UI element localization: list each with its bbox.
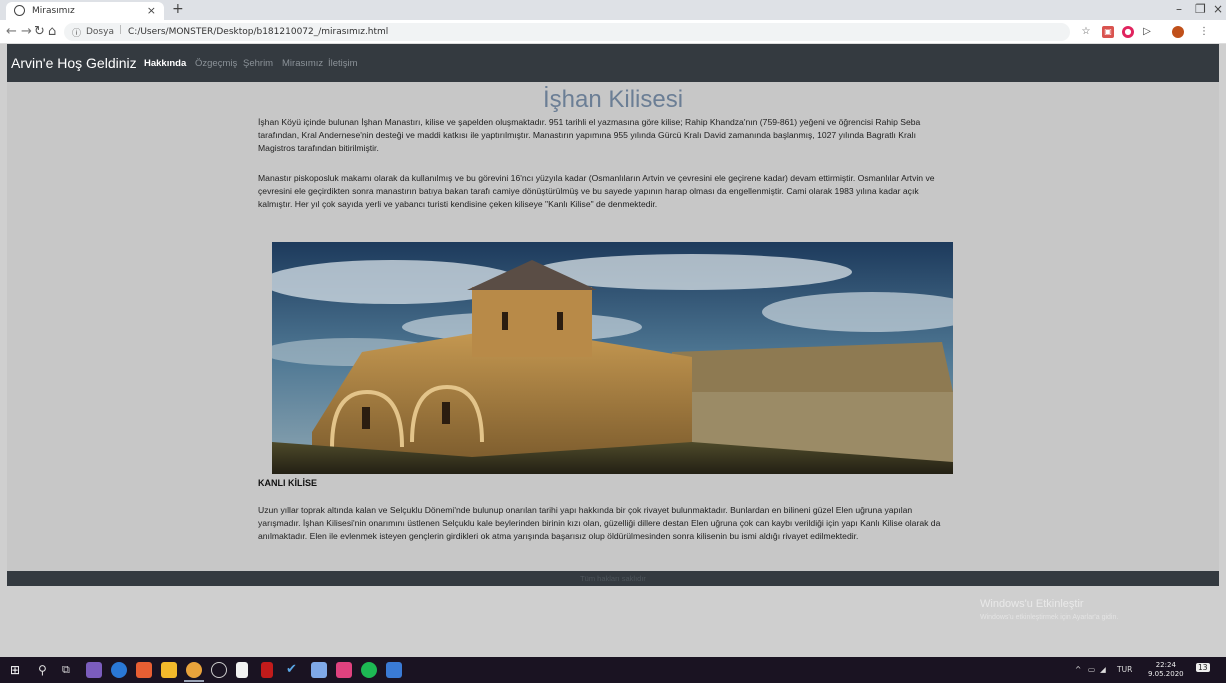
page-title: İşhan Kilisesi: [542, 86, 684, 113]
minimize-button[interactable]: –: [1176, 2, 1182, 16]
photos-icon[interactable]: [386, 662, 402, 678]
site-navbar: Arvin'e Hoş Geldiniz Hakkında Özgeçmiş Ş…: [7, 44, 1219, 82]
active-app-indicator: [184, 680, 204, 682]
church-photo-svg: [272, 242, 953, 474]
address-scheme-label: Dosya: [86, 27, 114, 37]
office-icon[interactable]: [136, 662, 152, 678]
clock-time: 22:24: [1155, 661, 1176, 669]
chevron-up-icon[interactable]: ^: [1075, 665, 1081, 674]
block-extension-icon[interactable]: ●: [1122, 26, 1134, 38]
star-icon[interactable]: ☆: [1080, 26, 1092, 38]
tab-title: Mirasımız: [32, 6, 75, 16]
empty-page-area: [0, 586, 1226, 657]
paragraph-bishopric: Manastır piskoposluk makamı olarak da ku…: [258, 173, 935, 209]
wifi-icon[interactable]: ◢: [1100, 665, 1106, 674]
media-app-icon[interactable]: [336, 662, 352, 678]
system-clock[interactable]: 22:24 9.05.2020: [1148, 661, 1184, 679]
chrome-icon[interactable]: [186, 662, 202, 678]
main-content: İşhan Kilisesi İşhan Köyü içinde bulunan…: [7, 82, 1219, 571]
browser-toolbar: ← → ↻ ⌂ ⓘ Dosya | C:/Users/MONSTER/Deskt…: [0, 20, 1226, 44]
church-photo: [272, 242, 953, 474]
paragraph-history: İşhan Köyü içinde bulunan İşhan Manastır…: [258, 117, 921, 153]
notification-icon[interactable]: 13: [1196, 663, 1210, 672]
tab-close-icon[interactable]: ×: [147, 4, 156, 17]
nav-link-mirasimiz[interactable]: Mirasımız: [282, 58, 323, 69]
pdf-extension-icon[interactable]: ▣: [1102, 26, 1114, 38]
windows-taskbar: ⊞ ⚲ ⧉ ✔ ^ ▭ ◢ TUR 22:24 9.05.2020 13: [0, 657, 1226, 683]
browser-tab-bar: Mirasımız × + – ❐ ×: [0, 0, 1226, 20]
menu-icon[interactable]: ⋮: [1198, 26, 1210, 38]
mail-icon[interactable]: [311, 662, 327, 678]
address-url[interactable]: C:/Users/MONSTER/Desktop/b181210072_/mir…: [128, 27, 388, 37]
browser-tab[interactable]: Mirasımız ×: [6, 2, 164, 20]
paragraph-legend: Uzun yıllar toprak altında kalan ve Selç…: [258, 505, 941, 541]
spotify-icon[interactable]: [361, 662, 377, 678]
forward-icon[interactable]: →: [21, 24, 32, 39]
profile-icon[interactable]: [1172, 26, 1184, 38]
clock-date: 9.05.2020: [1148, 670, 1184, 678]
info-icon[interactable]: ⓘ: [72, 26, 81, 39]
address-separator: |: [119, 25, 123, 35]
site-brand[interactable]: Arvin'e Hoş Geldiniz: [11, 55, 137, 71]
site-footer: Tüm hakları saklıdır: [7, 571, 1219, 586]
github-icon[interactable]: [211, 662, 227, 678]
task-view-icon[interactable]: ⧉: [62, 662, 78, 678]
file-explorer-icon[interactable]: [161, 662, 177, 678]
edge-icon[interactable]: [111, 662, 127, 678]
section-heading-kanli-kilise: KANLI KİLİSE: [258, 478, 318, 488]
windows-start-icon[interactable]: ⊞: [10, 662, 26, 678]
checkmark-app-icon[interactable]: ✔: [286, 662, 302, 678]
reload-icon[interactable]: ↻: [34, 24, 45, 39]
maximize-button[interactable]: ❐: [1195, 2, 1206, 16]
close-window-button[interactable]: ×: [1213, 2, 1223, 16]
notepad-icon[interactable]: [236, 662, 248, 678]
address-bar[interactable]: ⓘ Dosya | C:/Users/MONSTER/Desktop/b1812…: [64, 23, 1070, 41]
nav-link-iletisim[interactable]: İletişim: [328, 58, 358, 69]
new-tab-button[interactable]: +: [172, 1, 184, 17]
nav-link-hakkinda[interactable]: Hakkında: [144, 58, 186, 69]
windows-activation-title: Windows'u Etkinleştir: [980, 598, 1084, 610]
play-extension-icon[interactable]: ▷: [1141, 26, 1153, 38]
app-red-icon[interactable]: [261, 662, 273, 678]
nav-link-sehrim[interactable]: Şehrim: [243, 58, 273, 69]
nav-link-ozgecmis[interactable]: Özgeçmiş: [195, 58, 237, 69]
visual-studio-icon[interactable]: [86, 662, 102, 678]
home-icon[interactable]: ⌂: [48, 24, 56, 39]
windows-activation-subtitle: Windows'u etkinleştirmek için Ayarlar'a …: [980, 614, 1119, 621]
language-indicator[interactable]: TUR: [1117, 665, 1132, 674]
back-icon[interactable]: ←: [6, 24, 17, 39]
search-icon[interactable]: ⚲: [38, 662, 54, 678]
globe-icon: [14, 5, 25, 16]
battery-icon[interactable]: ▭: [1088, 665, 1095, 674]
